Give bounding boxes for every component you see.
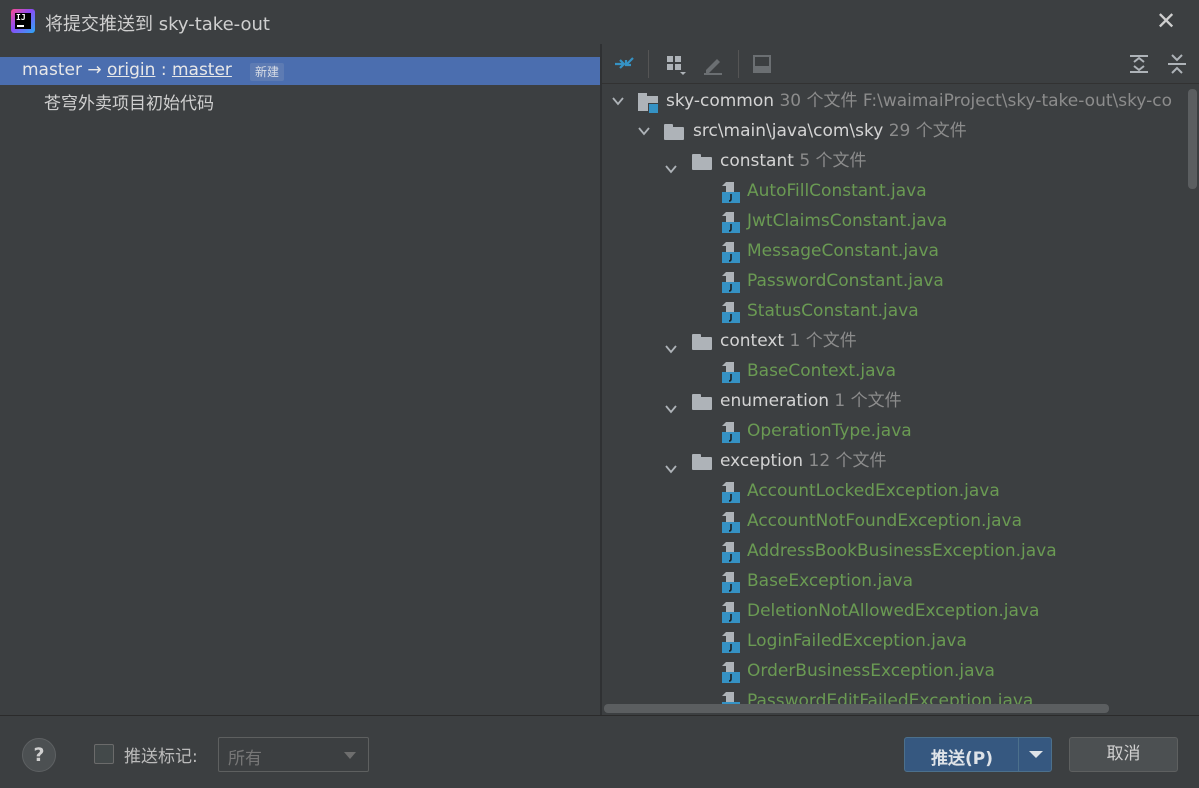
changes-toolbar <box>602 44 1199 84</box>
file-name: AutoFillConstant.java <box>747 181 927 201</box>
push-button[interactable]: 推送(P) <box>904 737 1052 772</box>
file-name: AccountNotFoundException.java <box>747 511 1023 531</box>
folder-label: enumeration 1 个文件 <box>720 386 902 416</box>
java-file-icon <box>720 481 740 503</box>
java-file-icon <box>720 421 740 443</box>
file-name: AccountLockedException.java <box>747 481 1000 501</box>
chevron-down-icon[interactable] <box>638 125 650 137</box>
expand-all-icon[interactable] <box>1127 52 1151 76</box>
push-tags-label: 推送标记: <box>124 747 198 767</box>
java-file-icon <box>720 601 740 623</box>
file-name: PasswordEditFailedException.java <box>747 691 1034 706</box>
push-tags-checkbox[interactable] <box>94 744 114 764</box>
folder-name: context <box>720 331 785 351</box>
new-badge: 新建 <box>250 63 285 81</box>
java-file-icon <box>720 631 740 653</box>
file-name: DeletionNotAllowedException.java <box>747 601 1040 621</box>
chevron-down-icon[interactable] <box>665 455 677 474</box>
button-separator <box>1018 738 1019 771</box>
java-file-icon <box>720 571 740 593</box>
help-button[interactable]: ? <box>22 738 56 772</box>
push-tags-value: 所有 <box>228 749 262 769</box>
folder-name: enumeration <box>720 391 829 411</box>
push-button-label: 推送(P) <box>931 749 993 769</box>
folder-icon <box>664 124 684 140</box>
cancel-button[interactable]: 取消 <box>1069 737 1178 772</box>
chevron-down-icon <box>344 752 356 759</box>
horizontal-scrollbar[interactable] <box>604 704 1109 713</box>
file-name: BaseContext.java <box>747 361 897 381</box>
java-file-icon <box>720 361 740 383</box>
file-name: OperationType.java <box>747 421 912 441</box>
chevron-down-icon[interactable] <box>665 395 677 414</box>
module-icon <box>638 91 660 114</box>
java-file-icon <box>720 211 740 233</box>
collapse-all-icon[interactable] <box>1165 52 1189 76</box>
module-name: sky-common <box>666 91 775 111</box>
folder-icon <box>692 394 712 410</box>
push-options-dropdown-icon[interactable] <box>1029 751 1043 758</box>
java-file-icon <box>720 181 740 203</box>
show-diff-icon[interactable] <box>612 52 636 76</box>
module-path: F:\waimaiProject\sky-take-out\sky-co <box>862 91 1172 111</box>
java-file-icon <box>720 511 740 533</box>
file-name: PasswordConstant.java <box>747 271 944 291</box>
java-file-icon <box>720 661 740 683</box>
branch-separator: : <box>160 60 167 80</box>
toolbar-separator <box>648 50 649 78</box>
branch-label: master → origin : master <box>22 60 232 80</box>
window-title: 将提交推送到 sky-take-out <box>45 14 270 35</box>
branch-row[interactable]: master → origin : master 新建 <box>0 57 600 85</box>
folder-label: constant 5 个文件 <box>720 146 867 176</box>
module-count: 30 个文件 <box>779 91 858 111</box>
chevron-down-icon[interactable] <box>612 95 624 107</box>
folder-icon <box>692 454 712 470</box>
package-label: src\main\java\com\sky 29 个文件 <box>693 116 967 146</box>
title-bar: IJ 将提交推送到 sky-take-out ✕ <box>0 0 1199 44</box>
file-name: AddressBookBusinessException.java <box>747 541 1057 561</box>
changes-panel: sky-common 30 个文件 F:\waimaiProject\sky-t… <box>602 44 1199 715</box>
edit-source-icon[interactable] <box>701 52 725 76</box>
folder-count: 1 个文件 <box>789 331 857 351</box>
file-name: JwtClaimsConstant.java <box>747 211 948 231</box>
folder-label: exception 12 个文件 <box>720 446 887 476</box>
module-label: sky-common 30 个文件 F:\waimaiProject\sky-t… <box>666 86 1172 116</box>
file-name: OrderBusinessException.java <box>747 661 995 681</box>
file-name: BaseException.java <box>747 571 914 591</box>
folder-label: context 1 个文件 <box>720 326 857 356</box>
chevron-down-icon[interactable] <box>665 335 677 354</box>
folder-count: 1 个文件 <box>834 391 902 411</box>
java-file-icon <box>720 271 740 293</box>
java-file-icon <box>720 241 740 263</box>
remote-name-link[interactable]: origin <box>107 60 155 80</box>
folder-count: 5 个文件 <box>799 151 867 171</box>
push-tags-select[interactable]: 所有 <box>218 737 369 772</box>
group-by-icon[interactable] <box>664 52 688 76</box>
preview-icon[interactable] <box>750 52 774 76</box>
file-name: MessageConstant.java <box>747 241 939 261</box>
remote-branch-link[interactable]: master <box>172 60 232 80</box>
commit-item[interactable]: 苍穹外卖项目初始代码 <box>44 89 214 114</box>
folder-icon <box>692 334 712 350</box>
folder-name: constant <box>720 151 794 171</box>
java-file-icon <box>720 541 740 563</box>
folder-icon <box>692 154 712 170</box>
package-name: src\main\java\com\sky <box>693 121 884 141</box>
package-count: 29 个文件 <box>888 121 967 141</box>
folder-name: exception <box>720 451 804 471</box>
dialog-footer: ? 推送标记: 所有 推送(P) 取消 <box>0 716 1199 788</box>
changes-tree[interactable]: sky-common 30 个文件 F:\waimaiProject\sky-t… <box>602 86 1187 706</box>
intellij-logo-icon: IJ <box>11 9 35 33</box>
file-name: LoginFailedException.java <box>747 631 967 651</box>
local-branch: master <box>22 60 82 80</box>
arrow-icon: → <box>87 60 102 80</box>
chevron-down-icon[interactable] <box>665 155 677 174</box>
vertical-scrollbar[interactable] <box>1188 89 1197 189</box>
commits-panel: master → origin : master 新建 苍穹外卖项目初始代码 <box>0 44 600 715</box>
file-name: StatusConstant.java <box>747 301 919 321</box>
close-button[interactable]: ✕ <box>1153 8 1179 34</box>
toolbar-separator <box>738 50 739 78</box>
java-file-icon <box>720 301 740 323</box>
folder-count: 12 个文件 <box>808 451 887 471</box>
